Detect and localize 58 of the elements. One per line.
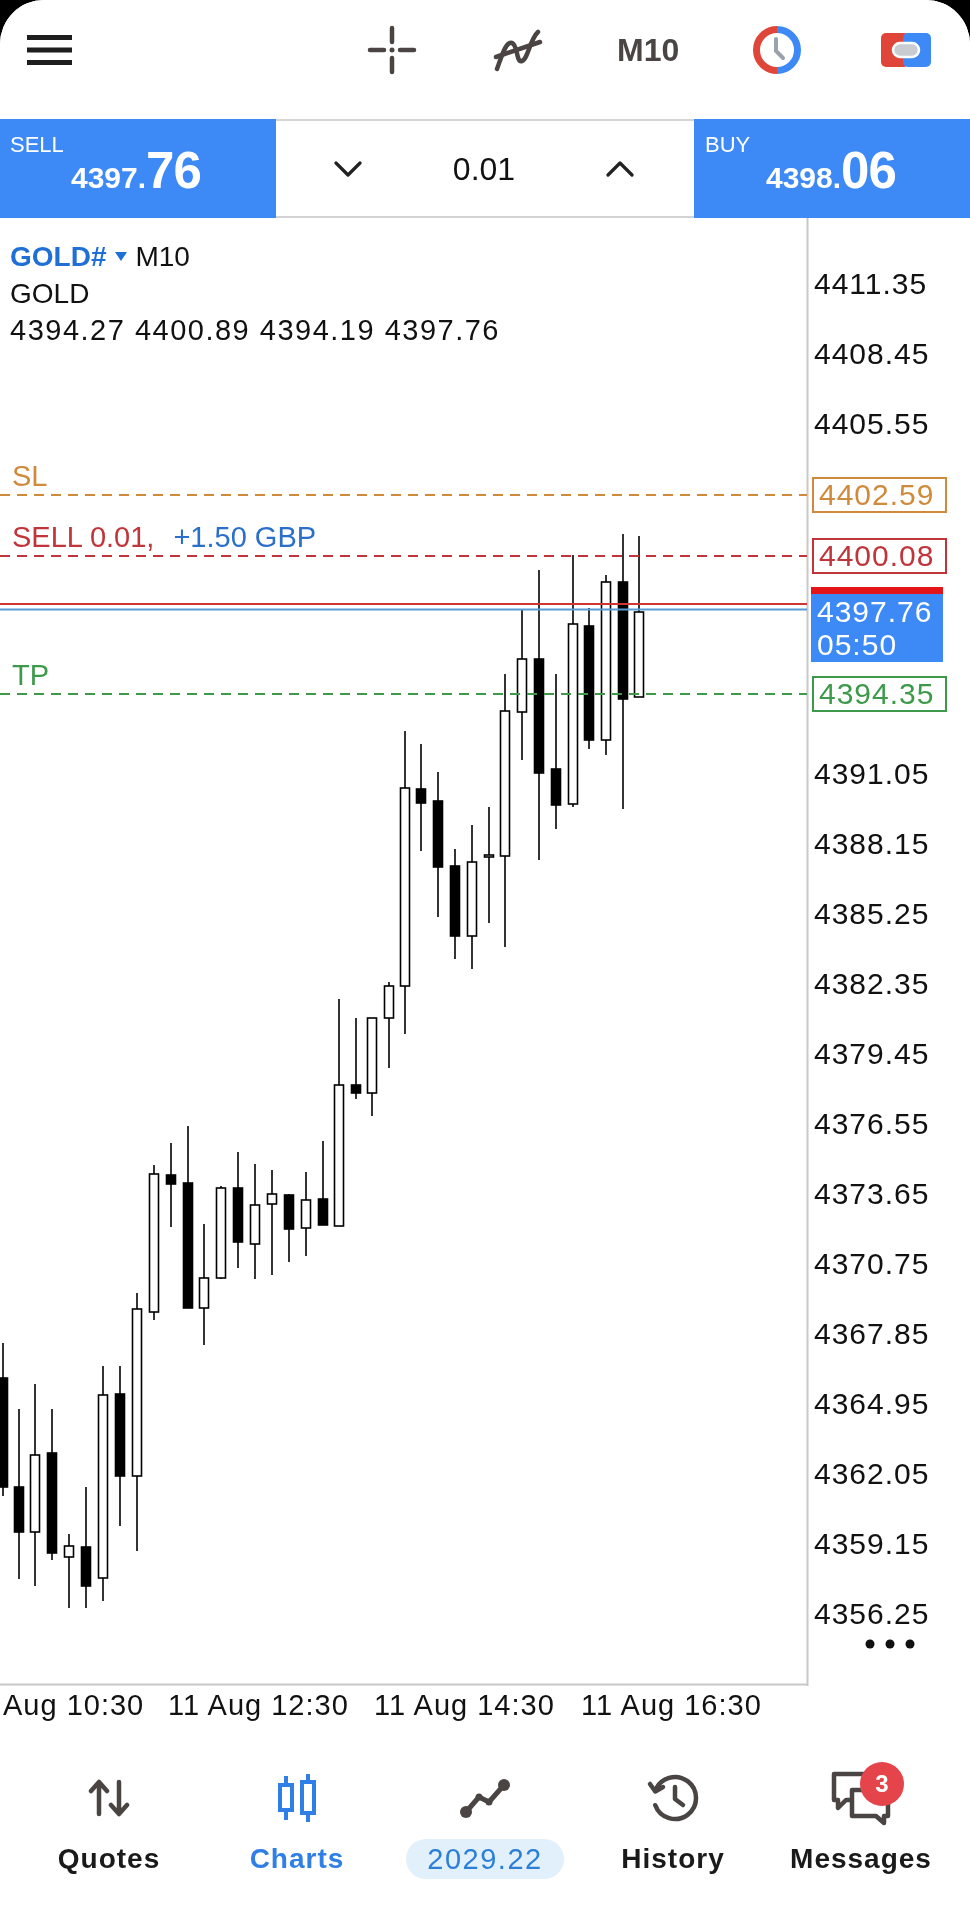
y-axis-label: 4370.75: [814, 1246, 930, 1282]
toggle-icon[interactable]: [880, 30, 933, 69]
line-chart-icon: [459, 1777, 511, 1819]
volume-input[interactable]: 0.01: [452, 148, 516, 189]
y-axis-label: 4388.15: [814, 826, 930, 862]
y-axis-label: 4356.25: [814, 1596, 930, 1632]
stop-loss-line[interactable]: [0, 494, 808, 496]
chevron-up-icon[interactable]: [606, 160, 634, 177]
y-axis-label: 4382.35: [814, 966, 930, 1002]
y-axis-label: 4376.55: [814, 1106, 930, 1142]
y-axis-label: 4362.05: [814, 1456, 930, 1492]
x-axis-label: 11 Aug 14:30: [374, 1688, 555, 1723]
nav-tab[interactable]: 3 Messages: [767, 1736, 955, 1920]
x-axis-label: Aug 10:30: [3, 1688, 145, 1723]
stop-loss-label: SL: [12, 459, 48, 494]
dropdown-icon[interactable]: [115, 252, 128, 261]
y-axis-label: 4385.25: [814, 896, 930, 932]
stop-loss-price: 4402.59: [812, 477, 947, 513]
clock-icon[interactable]: [752, 24, 803, 75]
candlesticks-icon: [275, 1774, 319, 1822]
y-axis-label: 4405.55: [814, 406, 930, 442]
order-price: 4400.08: [812, 538, 947, 574]
nav-tab[interactable]: 2029.22: [391, 1736, 579, 1920]
order-profit: +1.50 GBP: [173, 520, 317, 555]
nav-tab[interactable]: History: [579, 1736, 767, 1920]
nav-tab[interactable]: Charts: [203, 1736, 391, 1920]
menu-icon[interactable]: [27, 34, 72, 65]
x-axis-label: 11 Aug 16:30: [581, 1688, 762, 1723]
nav-tab[interactable]: Quotes: [15, 1736, 203, 1920]
chart-timeframe: M10: [135, 240, 190, 274]
take-profit-line[interactable]: [0, 693, 808, 695]
symbol-name[interactable]: GOLD#: [10, 238, 107, 275]
bid-price: 4397.76: [817, 595, 934, 628]
symbol-description: GOLD: [10, 277, 90, 311]
account-value: 2029.22: [406, 1839, 564, 1879]
history-icon: [646, 1772, 700, 1824]
notification-badge: 3: [860, 1762, 904, 1806]
more-icon[interactable]: [865, 1639, 915, 1649]
up-down-arrows-icon: [88, 1778, 130, 1818]
order-label: SELL 0.01,: [12, 520, 155, 555]
y-axis-label: 4364.95: [814, 1386, 930, 1422]
chevron-down-icon[interactable]: [334, 160, 362, 177]
y-axis-label: 4408.45: [814, 336, 930, 372]
timeframe-button[interactable]: M10: [617, 29, 680, 70]
take-profit-label: TP: [12, 658, 50, 693]
y-axis-label: 4411.35: [814, 266, 928, 302]
y-axis-label: 4379.45: [814, 1036, 930, 1072]
y-axis-label: 4367.85: [814, 1316, 930, 1352]
y-axis-label: 4359.15: [814, 1526, 930, 1562]
take-profit-price: 4394.35: [812, 676, 947, 712]
y-axis-label: 4391.05: [814, 756, 930, 792]
y-axis-label: 4373.65: [814, 1176, 930, 1212]
crosshair-icon[interactable]: [367, 24, 417, 75]
order-line[interactable]: [0, 555, 808, 557]
ohlc-values: 4394.27 4400.89 4394.19 4397.76: [10, 313, 500, 348]
candlestick: [283, 1193, 295, 1263]
x-axis-label: 11 Aug 12:30: [168, 1688, 349, 1723]
bar-countdown: 05:50: [817, 628, 899, 661]
